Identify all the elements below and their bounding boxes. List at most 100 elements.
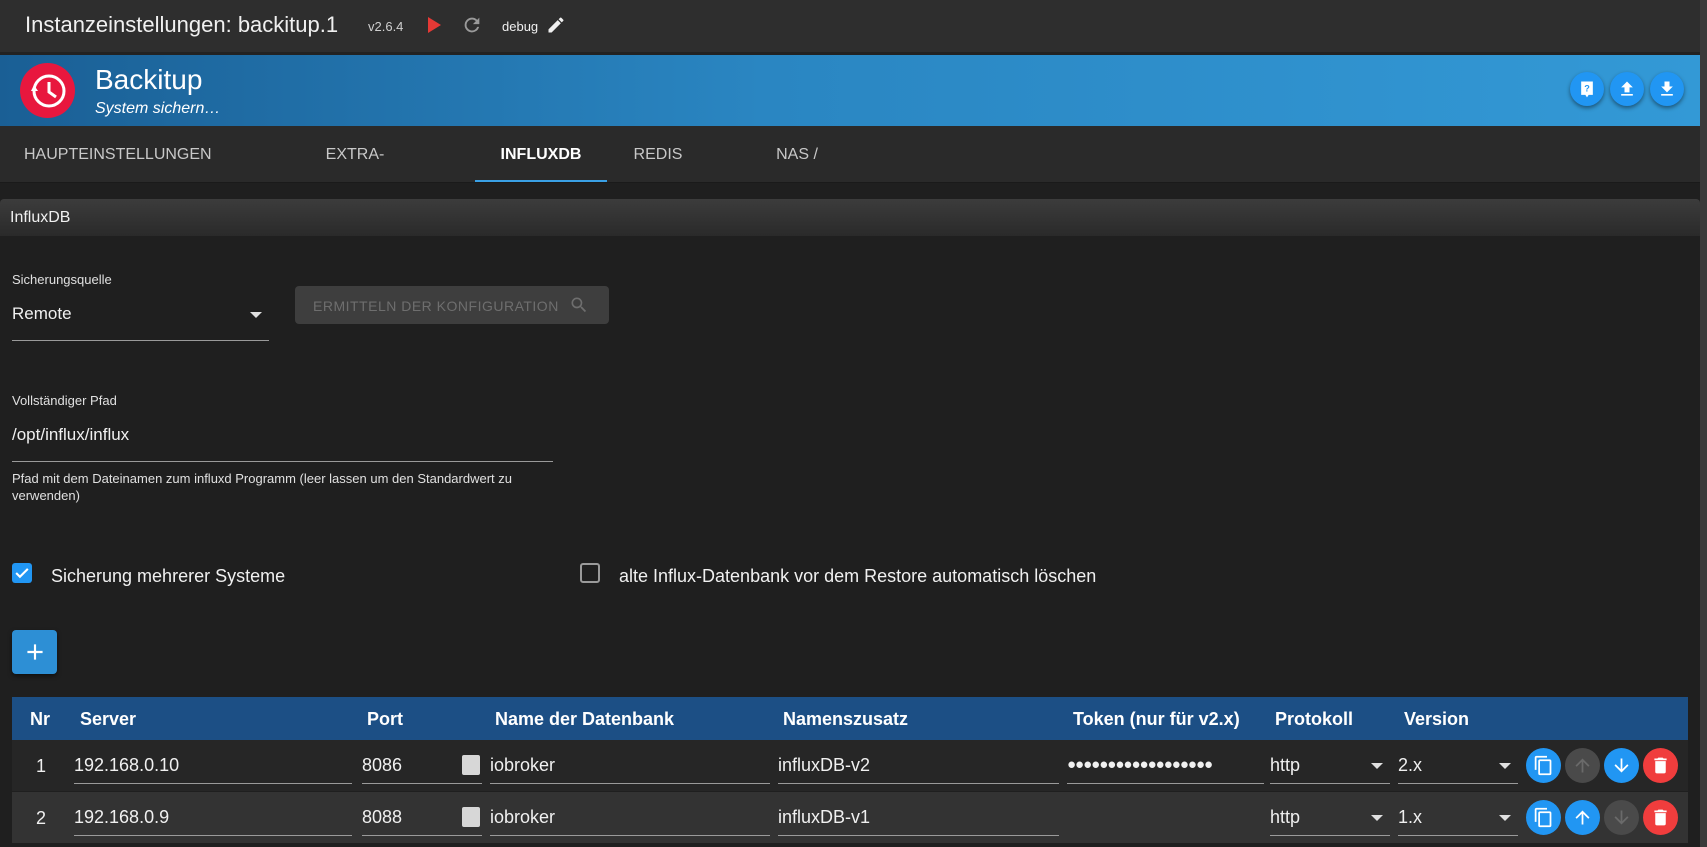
history-icon (31, 74, 66, 108)
detect-config-label: ERMITTELN DER KONFIGURATION (313, 298, 559, 314)
path-label: Vollständiger Pfad (12, 393, 117, 408)
port-value: 8086 (362, 755, 403, 775)
move-up-button[interactable] (1565, 800, 1600, 835)
svg-text:?: ? (1584, 84, 1590, 94)
protocol-underline (1270, 783, 1390, 784)
tab-nas-kopieren[interactable]: NAS / KOPIEREN (733, 126, 861, 221)
suffix-underline (778, 835, 1059, 836)
trash-icon (1654, 809, 1667, 826)
trash-icon (1654, 757, 1667, 774)
col-token: Token (nur für v2.x) (1073, 709, 1240, 729)
copy-row-button[interactable] (1526, 800, 1561, 835)
db-name-value: iobroker (490, 807, 556, 827)
version-select[interactable]: 1.x (1398, 798, 1518, 836)
help-button[interactable]: ? (1570, 72, 1604, 106)
suffix-input[interactable]: influxDB-v2 (778, 746, 1059, 784)
chevron-down-icon (1371, 815, 1383, 821)
protocol-select[interactable]: http (1270, 798, 1390, 836)
path-value: /opt/influx/influx (12, 425, 130, 444)
backitup-logo (20, 63, 75, 118)
search-icon (571, 297, 587, 313)
source-select[interactable]: Remote (12, 296, 269, 341)
section-header: InfluxDB (0, 199, 1700, 236)
db-name-value: iobroker (490, 755, 556, 775)
chevron-down-icon (1499, 815, 1511, 821)
port-stepper-icon[interactable] (462, 807, 480, 827)
token-value: ●●●●●●●●●●●●●●●●●● (1067, 756, 1213, 773)
check-icon (15, 568, 29, 579)
col-port: Port (367, 709, 403, 729)
server-input[interactable]: 192.168.0.10 (74, 746, 352, 784)
upload-icon (1621, 81, 1633, 96)
pencil-icon[interactable] (546, 15, 566, 35)
suffix-input[interactable]: influxDB-v1 (778, 798, 1059, 836)
token-input[interactable]: ●●●●●●●●●●●●●●●●●● (1067, 746, 1264, 784)
suffix-value: influxDB-v2 (778, 755, 871, 775)
plus-icon (27, 644, 43, 660)
db-name-input[interactable]: iobroker (490, 798, 770, 836)
help-icon: ? (1581, 81, 1593, 98)
play-icon[interactable] (428, 17, 441, 33)
source-label: Sicherungsquelle (12, 272, 112, 287)
port-input[interactable]: 8086 (362, 746, 482, 784)
protocol-value: http (1270, 755, 1301, 775)
server-value: 192.168.0.10 (74, 755, 180, 775)
download-icon (1661, 81, 1673, 96)
col-suffix: Namenszusatz (783, 709, 909, 729)
port-stepper-icon[interactable] (462, 755, 480, 775)
upload-button[interactable] (1610, 72, 1644, 106)
reload-icon[interactable] (461, 14, 483, 36)
row-nr: 1 (36, 756, 47, 776)
token-input (1067, 798, 1264, 836)
download-button[interactable] (1650, 72, 1684, 106)
server-input[interactable]: 192.168.0.9 (74, 798, 352, 836)
db-name-input[interactable]: iobroker (490, 746, 770, 784)
port-value: 8088 (362, 807, 403, 827)
server-underline (74, 835, 352, 836)
tab-extra-einstellungen[interactable]: EXTRA-EINSTELLUNGEN (260, 126, 450, 221)
col-db-name: Name der Datenbank (495, 709, 675, 729)
port-input[interactable]: 8088 (362, 798, 482, 836)
instance-title: Instanzeinstellungen: backitup.1 (25, 12, 339, 37)
tab-influxdb[interactable]: INFLUXDB (475, 126, 607, 182)
port-underline (362, 835, 482, 836)
protocol-value: http (1270, 807, 1301, 827)
tab-redis[interactable]: REDIS (630, 126, 686, 182)
path-input[interactable]: /opt/influx/influx (12, 418, 553, 462)
page-scrollbar[interactable] (1700, 0, 1707, 847)
multi-system-checkbox[interactable] (12, 563, 32, 583)
row-nr: 2 (36, 808, 47, 828)
app-subtitle: System sichern… (95, 100, 221, 117)
delete-row-button[interactable] (1643, 748, 1678, 783)
move-down-button[interactable] (1604, 800, 1639, 835)
delete-before-restore-checkbox[interactable] (580, 563, 600, 583)
move-up-button[interactable] (1565, 748, 1600, 783)
protocol-select[interactable]: http (1270, 746, 1390, 784)
delete-before-restore-label: alte Influx-Datenbank vor dem Restore au… (619, 566, 1097, 586)
version-underline (1398, 835, 1518, 836)
port-underline (362, 783, 482, 784)
db-name-underline (490, 835, 770, 836)
settings-tabs: HAUPTEINSTELLUNGEN EXTRA-EINSTELLUNGEN I… (0, 126, 1700, 221)
server-underline (74, 783, 352, 784)
add-row-button[interactable] (12, 630, 57, 674)
copy-icon (1534, 755, 1552, 776)
col-protocol: Protokoll (1275, 709, 1354, 729)
chevron-down-icon (1371, 763, 1383, 769)
version-select[interactable]: 2.x (1398, 746, 1518, 784)
path-helper-text: Pfad mit dem Dateinamen zum influxd Prog… (12, 471, 512, 503)
version-value: 2.x (1398, 755, 1423, 775)
copy-row-button[interactable] (1526, 748, 1561, 783)
version-underline (1398, 783, 1518, 784)
delete-row-button[interactable] (1643, 800, 1678, 835)
detect-config-button[interactable]: ERMITTELN DER KONFIGURATION (295, 286, 609, 324)
suffix-value: influxDB-v1 (778, 807, 871, 827)
version-label: v2.6.4 (368, 19, 404, 34)
move-down-button[interactable] (1604, 748, 1639, 783)
col-server: Server (80, 709, 137, 729)
app-name: Backitup (95, 64, 203, 95)
arrow-up-icon (1575, 810, 1590, 825)
arrow-down-icon (1614, 758, 1629, 773)
tab-haupteinstellungen[interactable]: HAUPTEINSTELLUNGEN (24, 126, 212, 182)
debug-label: debug (502, 19, 539, 34)
